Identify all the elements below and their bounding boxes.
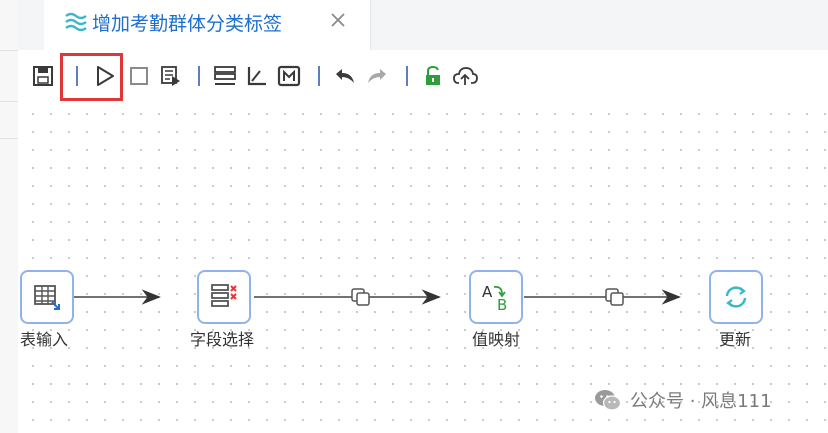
- watermark: 公众号 · 风息111: [594, 387, 772, 413]
- flow-canvas[interactable]: 表输入 字段选择 A B 值映射 更新: [18, 101, 828, 433]
- tab-bar: 增加考勤群体分类标签: [18, 0, 828, 51]
- glyph-b: B: [497, 296, 507, 313]
- close-icon[interactable]: [326, 8, 350, 32]
- step-value-mapper[interactable]: A B: [469, 270, 523, 324]
- unlock-icon: [426, 65, 440, 85]
- upload-button[interactable]: [452, 64, 478, 88]
- step-update[interactable]: [709, 270, 763, 324]
- stop-icon: [130, 67, 148, 85]
- field-select-icon: [211, 284, 237, 307]
- unlock-button[interactable]: [420, 64, 446, 88]
- align-button[interactable]: [212, 64, 238, 88]
- save-icon: [33, 66, 53, 86]
- preview-icon: [161, 66, 180, 86]
- step-label: 字段选择: [190, 330, 255, 349]
- undo-button[interactable]: [332, 64, 358, 88]
- value-map-icon: A B: [482, 283, 507, 313]
- refresh-icon: [725, 286, 747, 308]
- run-highlight-box: [60, 53, 123, 101]
- metrics-icon: [277, 65, 301, 87]
- tab-title: 增加考勤群体分类标签: [92, 13, 283, 35]
- toolbar-separator: [406, 66, 408, 86]
- redo-button[interactable]: [364, 64, 390, 88]
- wechat-icon: [595, 390, 622, 411]
- undo-icon: [336, 69, 354, 83]
- watermark-text: 公众号 · 风息111: [630, 391, 772, 412]
- metrics-button[interactable]: [276, 64, 302, 88]
- step-label: 更新: [719, 330, 752, 349]
- axis-button[interactable]: [244, 64, 270, 88]
- step-label: 表输入: [20, 330, 69, 349]
- preview-button[interactable]: [158, 64, 184, 88]
- redo-icon: [368, 69, 386, 83]
- step-field-select[interactable]: [197, 270, 251, 324]
- glyph-a: A: [482, 283, 493, 301]
- left-panel-edge: [0, 0, 19, 433]
- transform-icon: [65, 12, 87, 32]
- step-label: 值映射: [472, 330, 521, 349]
- toolbar-separator: [318, 66, 320, 86]
- copy-hop-icon[interactable]: [604, 287, 626, 307]
- step-table-input[interactable]: [20, 270, 74, 324]
- copy-hop-icon[interactable]: [350, 287, 372, 307]
- table-input-icon: [34, 285, 60, 310]
- save-button[interactable]: [30, 64, 56, 88]
- toolbar: [18, 50, 828, 102]
- tab-transform[interactable]: 增加考勤群体分类标签: [44, 0, 371, 51]
- stop-button[interactable]: [126, 64, 152, 88]
- flow-connections: [74, 289, 681, 305]
- toolbar-separator: [198, 66, 200, 86]
- axis-icon: [247, 67, 266, 86]
- upload-icon: [453, 67, 478, 85]
- align-icon: [214, 66, 236, 85]
